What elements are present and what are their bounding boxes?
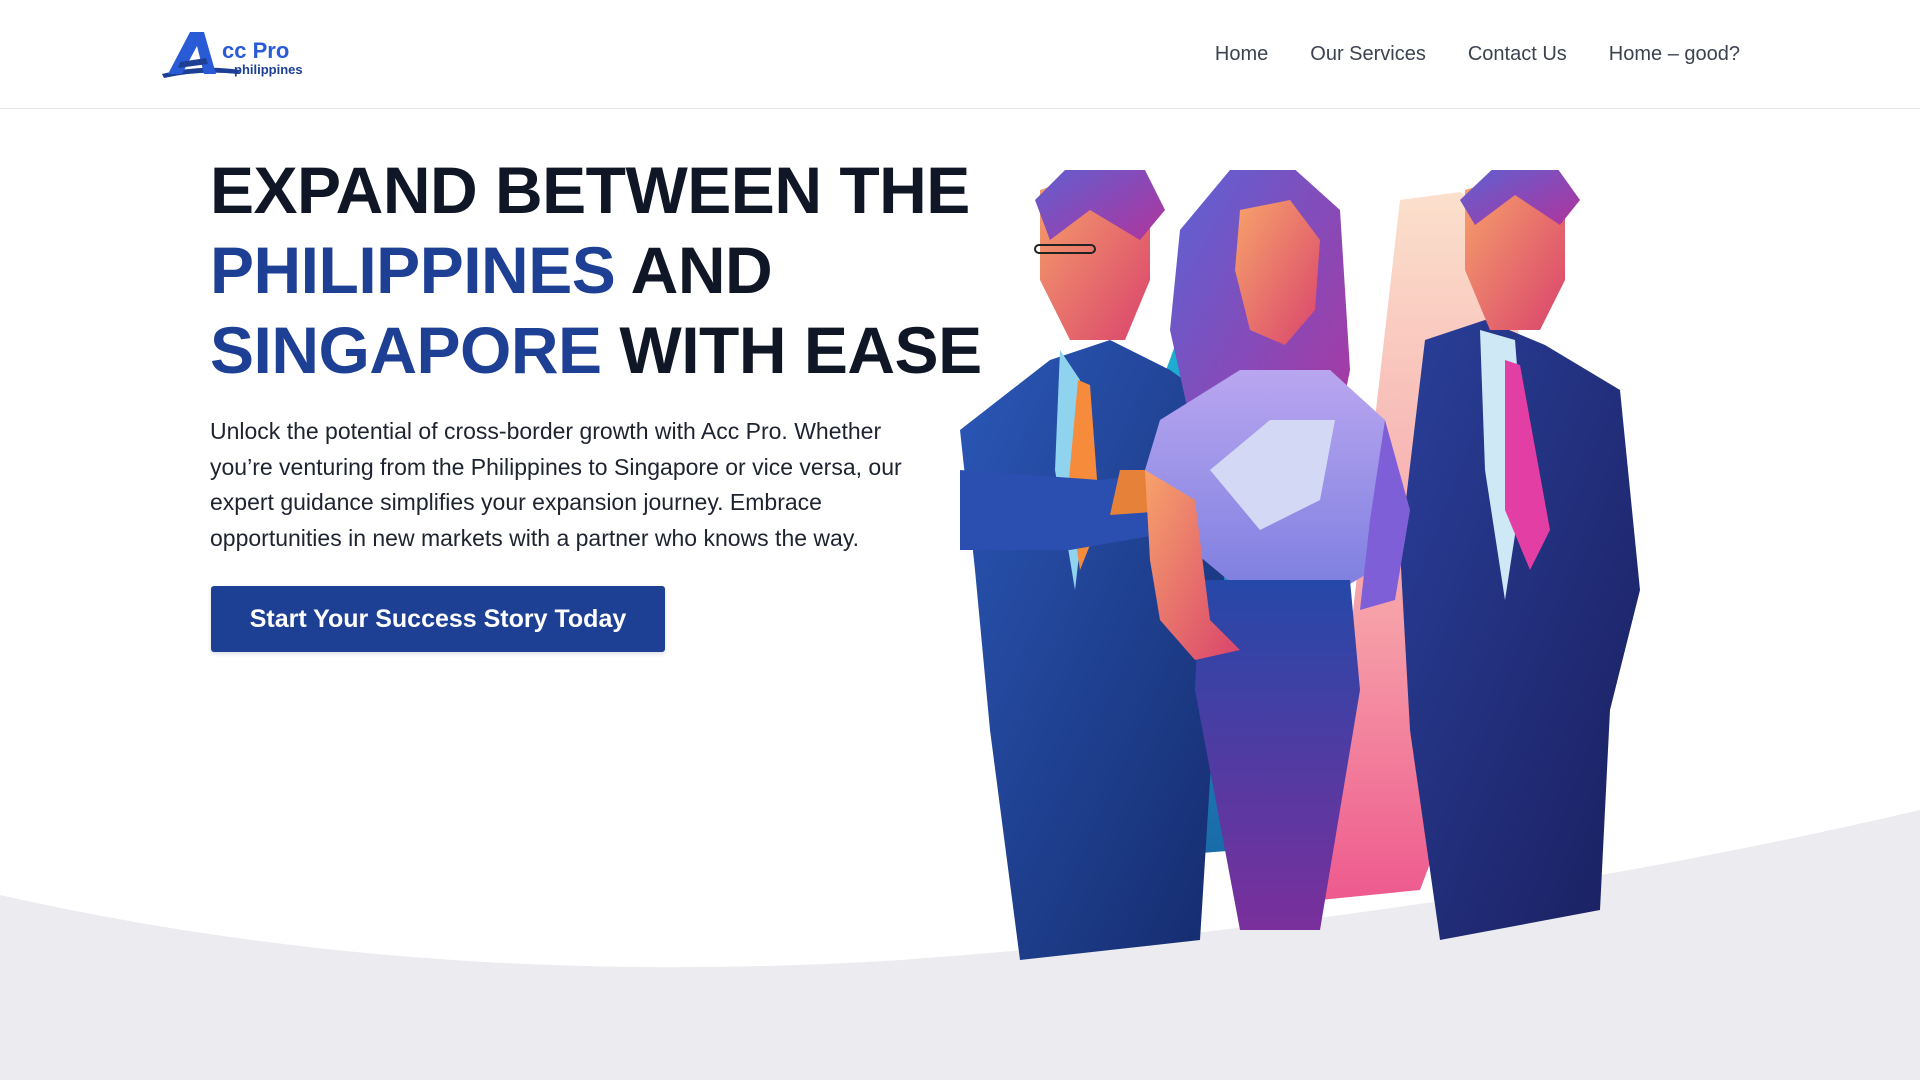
hero-heading-line-1: EXPAND BETWEEN THE [210, 153, 970, 227]
nav-home-good[interactable]: Home – good? [1609, 43, 1740, 66]
svg-text:cc Pro: cc Pro [222, 38, 289, 63]
hero-heading-line-2: PHILIPPINES AND [210, 230, 970, 310]
hero-heading: EXPAND BETWEEN THE PHILIPPINES AND SINGA… [210, 150, 982, 390]
business-team-illustration [960, 170, 1640, 960]
nav-our-services[interactable]: Our Services [1310, 43, 1426, 66]
svg-text:philippines: philippines [234, 62, 303, 77]
hero-heading-philippines: PHILIPPINES [210, 233, 616, 307]
logo-mark-icon: cc Pro philippines [162, 32, 303, 78]
acc-pro-logo[interactable]: cc Pro philippines [160, 24, 310, 84]
nav-home[interactable]: Home [1215, 43, 1268, 66]
hero-heading-and: AND [615, 233, 773, 307]
hero-description: Unlock the potential of cross-border gro… [210, 418, 902, 551]
hero-heading-line-3: SINGAPORE WITH EASE [210, 310, 982, 390]
main-nav: Home Our Services Contact Us Home – good… [1215, 0, 1740, 108]
start-success-story-button[interactable]: Start Your Success Story Today [211, 586, 665, 652]
hero-heading-singapore: SINGAPORE [210, 313, 602, 387]
hero-heading-with-ease: WITH EASE [601, 313, 982, 387]
nav-contact-us[interactable]: Contact Us [1468, 43, 1567, 66]
site-header: cc Pro philippines Home Our Services Con… [0, 0, 1920, 109]
